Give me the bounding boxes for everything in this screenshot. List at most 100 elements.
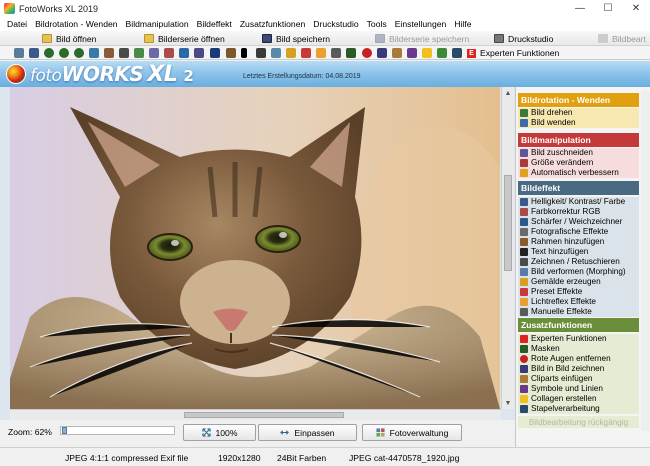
item-collage[interactable]: Collagen erstellen — [518, 394, 639, 404]
minimize-button[interactable]: — — [566, 0, 594, 17]
fit-button[interactable]: Einpassen — [258, 424, 357, 441]
zoom-slider[interactable] — [60, 426, 175, 435]
text-icon — [520, 248, 528, 256]
paint-icon[interactable] — [134, 48, 144, 58]
item-sharpen[interactable]: Schärfer / Weichzeichner — [518, 217, 639, 227]
manual-icon[interactable] — [331, 48, 341, 58]
maximize-button[interactable]: ☐ — [594, 0, 622, 17]
item-flip-image[interactable]: Bild wenden — [518, 118, 639, 128]
item-expert[interactable]: Experten Funktionen — [518, 334, 639, 344]
picture-in-picture-icon[interactable] — [377, 48, 387, 58]
item-masks[interactable]: Masken — [518, 344, 639, 354]
item-resize[interactable]: Größe verändern — [518, 158, 639, 168]
flip-icon[interactable] — [89, 48, 99, 58]
menu-tools[interactable]: Tools — [363, 17, 391, 31]
item-text[interactable]: Text hinzufügen — [518, 247, 639, 257]
effect-icon[interactable] — [194, 48, 204, 58]
item-draw[interactable]: Zeichnen / Retuschieren — [518, 257, 639, 267]
fotoworks-logo-icon — [6, 64, 26, 84]
new-icon[interactable] — [14, 48, 24, 58]
panel-scrollbar[interactable] — [641, 91, 650, 431]
palette-icon[interactable] — [286, 48, 296, 58]
zoom-slider-knob[interactable] — [62, 427, 67, 434]
horizontal-scroll-thumb[interactable] — [184, 412, 344, 418]
close-button[interactable]: ✕ — [622, 0, 650, 17]
menu-bildeffekt[interactable]: Bildeffekt — [193, 17, 236, 31]
menu-datei[interactable]: Datei — [3, 17, 31, 31]
brush-icon[interactable] — [256, 48, 266, 58]
item-rgb[interactable]: Farbkorrektur RGB — [518, 207, 639, 217]
status-filename: JPEG cat-4470578_1920.jpg — [349, 453, 460, 463]
rotate-right-icon[interactable] — [59, 48, 69, 58]
scroll-down-arrow-icon[interactable]: ▼ — [502, 397, 514, 409]
crop-icon[interactable] — [29, 48, 39, 58]
collage-icon[interactable] — [437, 48, 447, 58]
section-effect-header[interactable]: Bildeffekt — [518, 181, 639, 195]
preset-icon[interactable] — [301, 48, 311, 58]
frame-icon[interactable] — [210, 48, 220, 58]
vertical-scroll-thumb[interactable] — [504, 175, 512, 271]
section-rotation-header[interactable]: Bildrotation - Wenden — [518, 93, 639, 107]
item-preset[interactable]: Preset Effekte — [518, 287, 639, 297]
item-red-eye[interactable]: Rote Augen entfernen — [518, 354, 639, 364]
item-photo-effects[interactable]: Fotografische Effekte — [518, 227, 639, 237]
mask-icon[interactable] — [346, 48, 356, 58]
item-morph[interactable]: Bild verformen (Morphing) — [518, 267, 639, 277]
edit-button[interactable]: Bildbeart — [598, 31, 646, 46]
item-lens-flare[interactable]: Lichtreflex Effekte — [518, 297, 639, 307]
light-icon[interactable] — [316, 48, 326, 58]
item-symbols[interactable]: Symbole und Linien — [518, 384, 639, 394]
horizontal-scrollbar[interactable] — [10, 409, 501, 420]
item-painting[interactable]: Gemälde erzeugen — [518, 277, 639, 287]
menu-hilfe[interactable]: Hilfe — [450, 17, 475, 31]
rotate-left-icon[interactable] — [44, 48, 54, 58]
batch-icon[interactable] — [452, 48, 462, 58]
color-icon[interactable] — [164, 48, 174, 58]
expert-functions-button[interactable]: E Experten Funktionen — [467, 47, 559, 59]
window-controls: — ☐ ✕ — [566, 0, 650, 17]
symbols-icon[interactable] — [407, 48, 417, 58]
open-image-button[interactable]: Bild öffnen — [42, 31, 96, 46]
menu-bildmanipulation[interactable]: Bildmanipulation — [122, 17, 193, 31]
morph-icon[interactable] — [271, 48, 281, 58]
item-picture-in-picture[interactable]: Bild in Bild zeichnen — [518, 364, 639, 374]
menu-zusatzfunktionen[interactable]: Zusatzfunktionen — [236, 17, 309, 31]
print-studio-button[interactable]: Druckstudio — [494, 31, 553, 46]
menu-einstellungen[interactable]: Einstellungen — [391, 17, 451, 31]
item-cliparts[interactable]: Cliparts einfügen — [518, 374, 639, 384]
text-icon[interactable] — [241, 48, 247, 58]
scroll-up-arrow-icon[interactable]: ▲ — [502, 87, 514, 99]
section-extra-header[interactable]: Zusatzfunktionen — [518, 318, 639, 332]
sharpen-icon[interactable] — [179, 48, 189, 58]
red-eye-icon[interactable] — [362, 48, 372, 58]
brush-icon — [520, 258, 528, 266]
filter-icon[interactable] — [149, 48, 159, 58]
menu-bildrotation[interactable]: Bildrotation - Wenden — [31, 17, 121, 31]
rotate-icon[interactable] — [74, 48, 84, 58]
clipart-icon[interactable] — [392, 48, 402, 58]
photo-manager-button[interactable]: Fotoverwaltung — [362, 424, 462, 441]
save-image-button[interactable]: Bild speichern — [262, 31, 330, 46]
item-batch[interactable]: Stapelverarbeitung — [518, 404, 639, 414]
resize-icon[interactable] — [104, 48, 114, 58]
zoom-100-button[interactable]: 100% — [183, 424, 256, 441]
vertical-scrollbar[interactable]: ▲ ▼ — [501, 87, 514, 409]
item-rotate-image[interactable]: Bild drehen — [518, 108, 639, 118]
menu-druckstudio[interactable]: Druckstudio — [309, 17, 362, 31]
undo-button[interactable]: Bildbearbeitung rückgängig — [518, 416, 639, 428]
star-icon[interactable] — [422, 48, 432, 58]
scissors-icon[interactable] — [119, 48, 129, 58]
item-auto-enhance[interactable]: Automatisch verbessern — [518, 168, 639, 178]
item-brightness[interactable]: Helligkeit/ Kontrast/ Farbe — [518, 197, 639, 207]
cat-photo[interactable] — [10, 87, 500, 409]
item-label: Helligkeit/ Kontrast/ Farbe — [531, 197, 626, 206]
save-series-button[interactable]: Bilderserie speichern — [375, 31, 469, 46]
item-frame[interactable]: Rahmen hinzufügen — [518, 237, 639, 247]
item-manual-effects[interactable]: Manuelle Effekte — [518, 307, 639, 317]
section-manipulation-header[interactable]: Bildmanipulation — [518, 133, 639, 147]
item-crop-image[interactable]: Bild zuschneiden — [518, 148, 639, 158]
brand-version: 2 — [183, 67, 194, 85]
image-icon[interactable] — [226, 48, 236, 58]
morph-icon — [520, 268, 528, 276]
open-series-button[interactable]: Bilderserie öffnen — [144, 31, 225, 46]
